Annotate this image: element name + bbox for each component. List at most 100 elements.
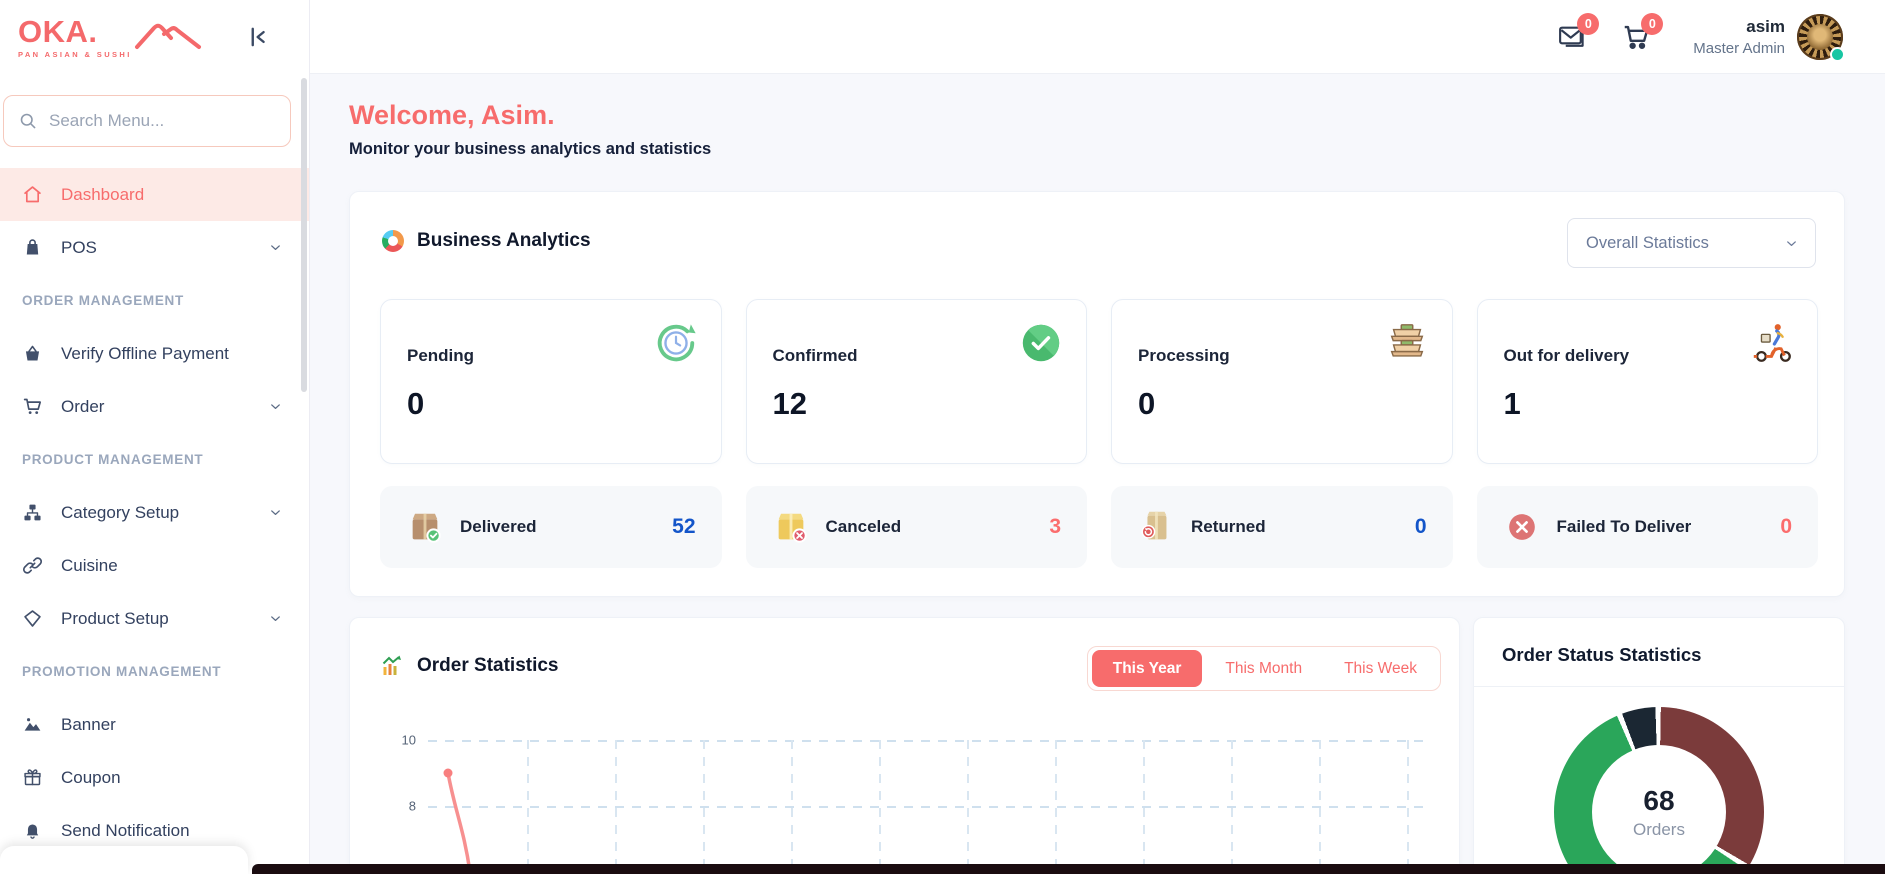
mini-stat-label: Canceled — [825, 517, 902, 536]
avatar[interactable] — [1797, 14, 1845, 62]
stat-value: 1 — [1503, 386, 1521, 421]
sidebar-item-coupon[interactable]: Coupon — [0, 751, 309, 804]
sidebar-scrollbar[interactable] — [301, 78, 307, 392]
order-status-card: Order Status Statistics 68 Orders — [1473, 617, 1845, 874]
chevron-down-icon — [1784, 236, 1799, 251]
stat-card-pending[interactable]: Pending 0 — [380, 299, 722, 464]
search-icon — [18, 111, 38, 131]
mini-stat-delivered[interactable]: Delivered 52 — [380, 486, 722, 568]
pie-chart-icon — [382, 230, 404, 252]
order-statistics-line-chart: 1086 — [380, 718, 1429, 874]
mini-stat-failed-to-deliver[interactable]: Failed To Deliver 0 — [1476, 486, 1818, 568]
search-input[interactable] — [49, 111, 276, 131]
donut-total: 68 — [1643, 784, 1675, 816]
sidebar-item-cuisine[interactable]: Cuisine — [0, 539, 309, 592]
sidebar-item-pos[interactable]: POS — [0, 221, 309, 274]
mini-stat-returned[interactable]: Returned 0 — [1111, 486, 1453, 568]
processing-box-icon — [1384, 320, 1430, 366]
sidebar-item-label: Verify Offline Payment — [61, 343, 229, 363]
stat-card-processing[interactable]: Processing 0 — [1111, 299, 1453, 464]
cart-icon — [22, 396, 43, 417]
mini-stat-value: 3 — [1049, 515, 1061, 538]
failed-circle-icon — [1503, 508, 1541, 546]
order-mini-stats: Delivered 52 Canceled 3 Returned 0 Failed To D… — [380, 486, 1818, 568]
canceled-box-icon — [772, 508, 810, 546]
business-analytics-title: Business Analytics — [417, 230, 591, 251]
bottom-popup-panel — [0, 846, 248, 874]
sidebar-item-banner[interactable]: Banner — [0, 698, 309, 751]
logo-tagline: PAN ASIAN & SUSHI — [18, 50, 132, 59]
bell-icon — [22, 820, 43, 841]
sidebar-item-label: Dashboard — [61, 184, 145, 204]
messages-badge: 0 — [1577, 13, 1600, 35]
sidebar-item-label: Category Setup — [61, 502, 180, 522]
orders-line-series — [446, 771, 473, 874]
bag-icon — [22, 237, 43, 258]
order-status-title: Order Status Statistics — [1502, 644, 1702, 665]
sidebar-item-category-setup[interactable]: Category Setup — [0, 486, 309, 539]
stat-card-out-for-delivery[interactable]: Out for delivery 1 — [1476, 299, 1818, 464]
basket-icon — [22, 343, 43, 364]
returned-box-icon — [1137, 508, 1175, 546]
stat-label: Processing — [1138, 346, 1230, 365]
statistics-filter-value: Overall Statistics — [1586, 233, 1709, 252]
sidebar-nav: Dashboard POS ORDER MANAGEMENT Verify Offli… — [0, 168, 309, 857]
order-statistics-period-tabs: This Year This Month This Week — [1086, 646, 1441, 691]
mini-stat-value: 0 — [1414, 515, 1427, 538]
delivered-box-icon — [406, 508, 444, 546]
stat-card-confirmed[interactable]: Confirmed 12 — [745, 299, 1087, 464]
sidebar-item-label: Coupon — [61, 767, 121, 787]
diamond-icon — [22, 608, 43, 629]
user-menu[interactable]: asim Master Admin — [1693, 17, 1785, 57]
sidebar-item-dashboard[interactable]: Dashboard — [0, 168, 309, 221]
sidebar-item-label: POS — [61, 237, 97, 257]
messages-button[interactable]: 0 — [1557, 13, 1600, 52]
user-role: Master Admin — [1693, 40, 1785, 57]
bar-chart-icon — [380, 654, 404, 678]
statistics-filter-select[interactable]: Overall Statistics — [1567, 218, 1816, 268]
topbar: 0 0 asim Master Admin — [310, 0, 1885, 74]
sidebar-item-label: Order — [61, 396, 105, 416]
stat-label: Pending — [407, 346, 475, 365]
stat-label: Out for delivery — [1503, 346, 1630, 365]
cart-badge: 0 — [1641, 13, 1664, 35]
mountain-icon — [134, 20, 204, 54]
sidebar-collapse-icon[interactable] — [243, 24, 269, 50]
gift-icon — [22, 767, 43, 788]
order-status-donut-chart: 68 Orders — [1554, 707, 1764, 874]
home-icon — [22, 184, 43, 205]
user-name: asim — [1746, 17, 1785, 36]
business-analytics-card: Business Analytics Overall Statistics Pe… — [349, 191, 1845, 597]
online-status-dot — [1830, 47, 1845, 62]
sidebar-section-promotion-management: PROMOTION MANAGEMENT — [22, 664, 222, 679]
mini-stat-label: Failed To Deliver — [1556, 517, 1692, 536]
tab-this-year[interactable]: This Year — [1091, 650, 1203, 687]
cart-button[interactable]: 0 — [1621, 13, 1664, 52]
chevron-down-icon — [268, 505, 283, 520]
tab-this-week[interactable]: This Week — [1323, 660, 1438, 678]
divider — [1474, 686, 1844, 687]
sidebar-item-label: Banner — [61, 714, 116, 734]
sidebar-item-product-setup[interactable]: Product Setup — [0, 592, 309, 645]
sidebar-section-order-management: ORDER MANAGEMENT — [22, 293, 184, 308]
chevron-down-icon — [268, 399, 283, 414]
link-icon — [22, 555, 43, 576]
stat-value: 12 — [772, 386, 807, 421]
bottom-window-edge — [252, 864, 1885, 874]
line-data-point — [443, 768, 453, 778]
sidebar-item-label: Product Setup — [61, 608, 169, 628]
sidebar-item-order[interactable]: Order — [0, 380, 309, 433]
order-statistics-title: Order Statistics — [417, 655, 559, 676]
order-statistics-card: Order Statistics This Year This Month This… — [349, 617, 1460, 874]
image-icon — [22, 714, 43, 735]
sidebar-section-product-management: PRODUCT MANAGEMENT — [22, 452, 204, 467]
tab-this-month[interactable]: This Month — [1204, 660, 1323, 678]
sidebar-item-label: Send Notification — [61, 820, 190, 840]
sidebar-search[interactable] — [3, 95, 291, 147]
logo: OKA. PAN ASIAN & SUSHI — [0, 0, 309, 74]
main-content: Welcome, Asim. Monitor your business ana… — [310, 74, 1885, 874]
sidebar-item-verify-offline-payment[interactable]: Verify Offline Payment — [0, 327, 309, 380]
mini-stat-canceled[interactable]: Canceled 3 — [745, 486, 1087, 568]
mini-stat-label: Delivered — [460, 517, 537, 536]
sidebar: OKA. PAN ASIAN & SUSHI Dashboard POS ORDER… — [0, 0, 310, 874]
